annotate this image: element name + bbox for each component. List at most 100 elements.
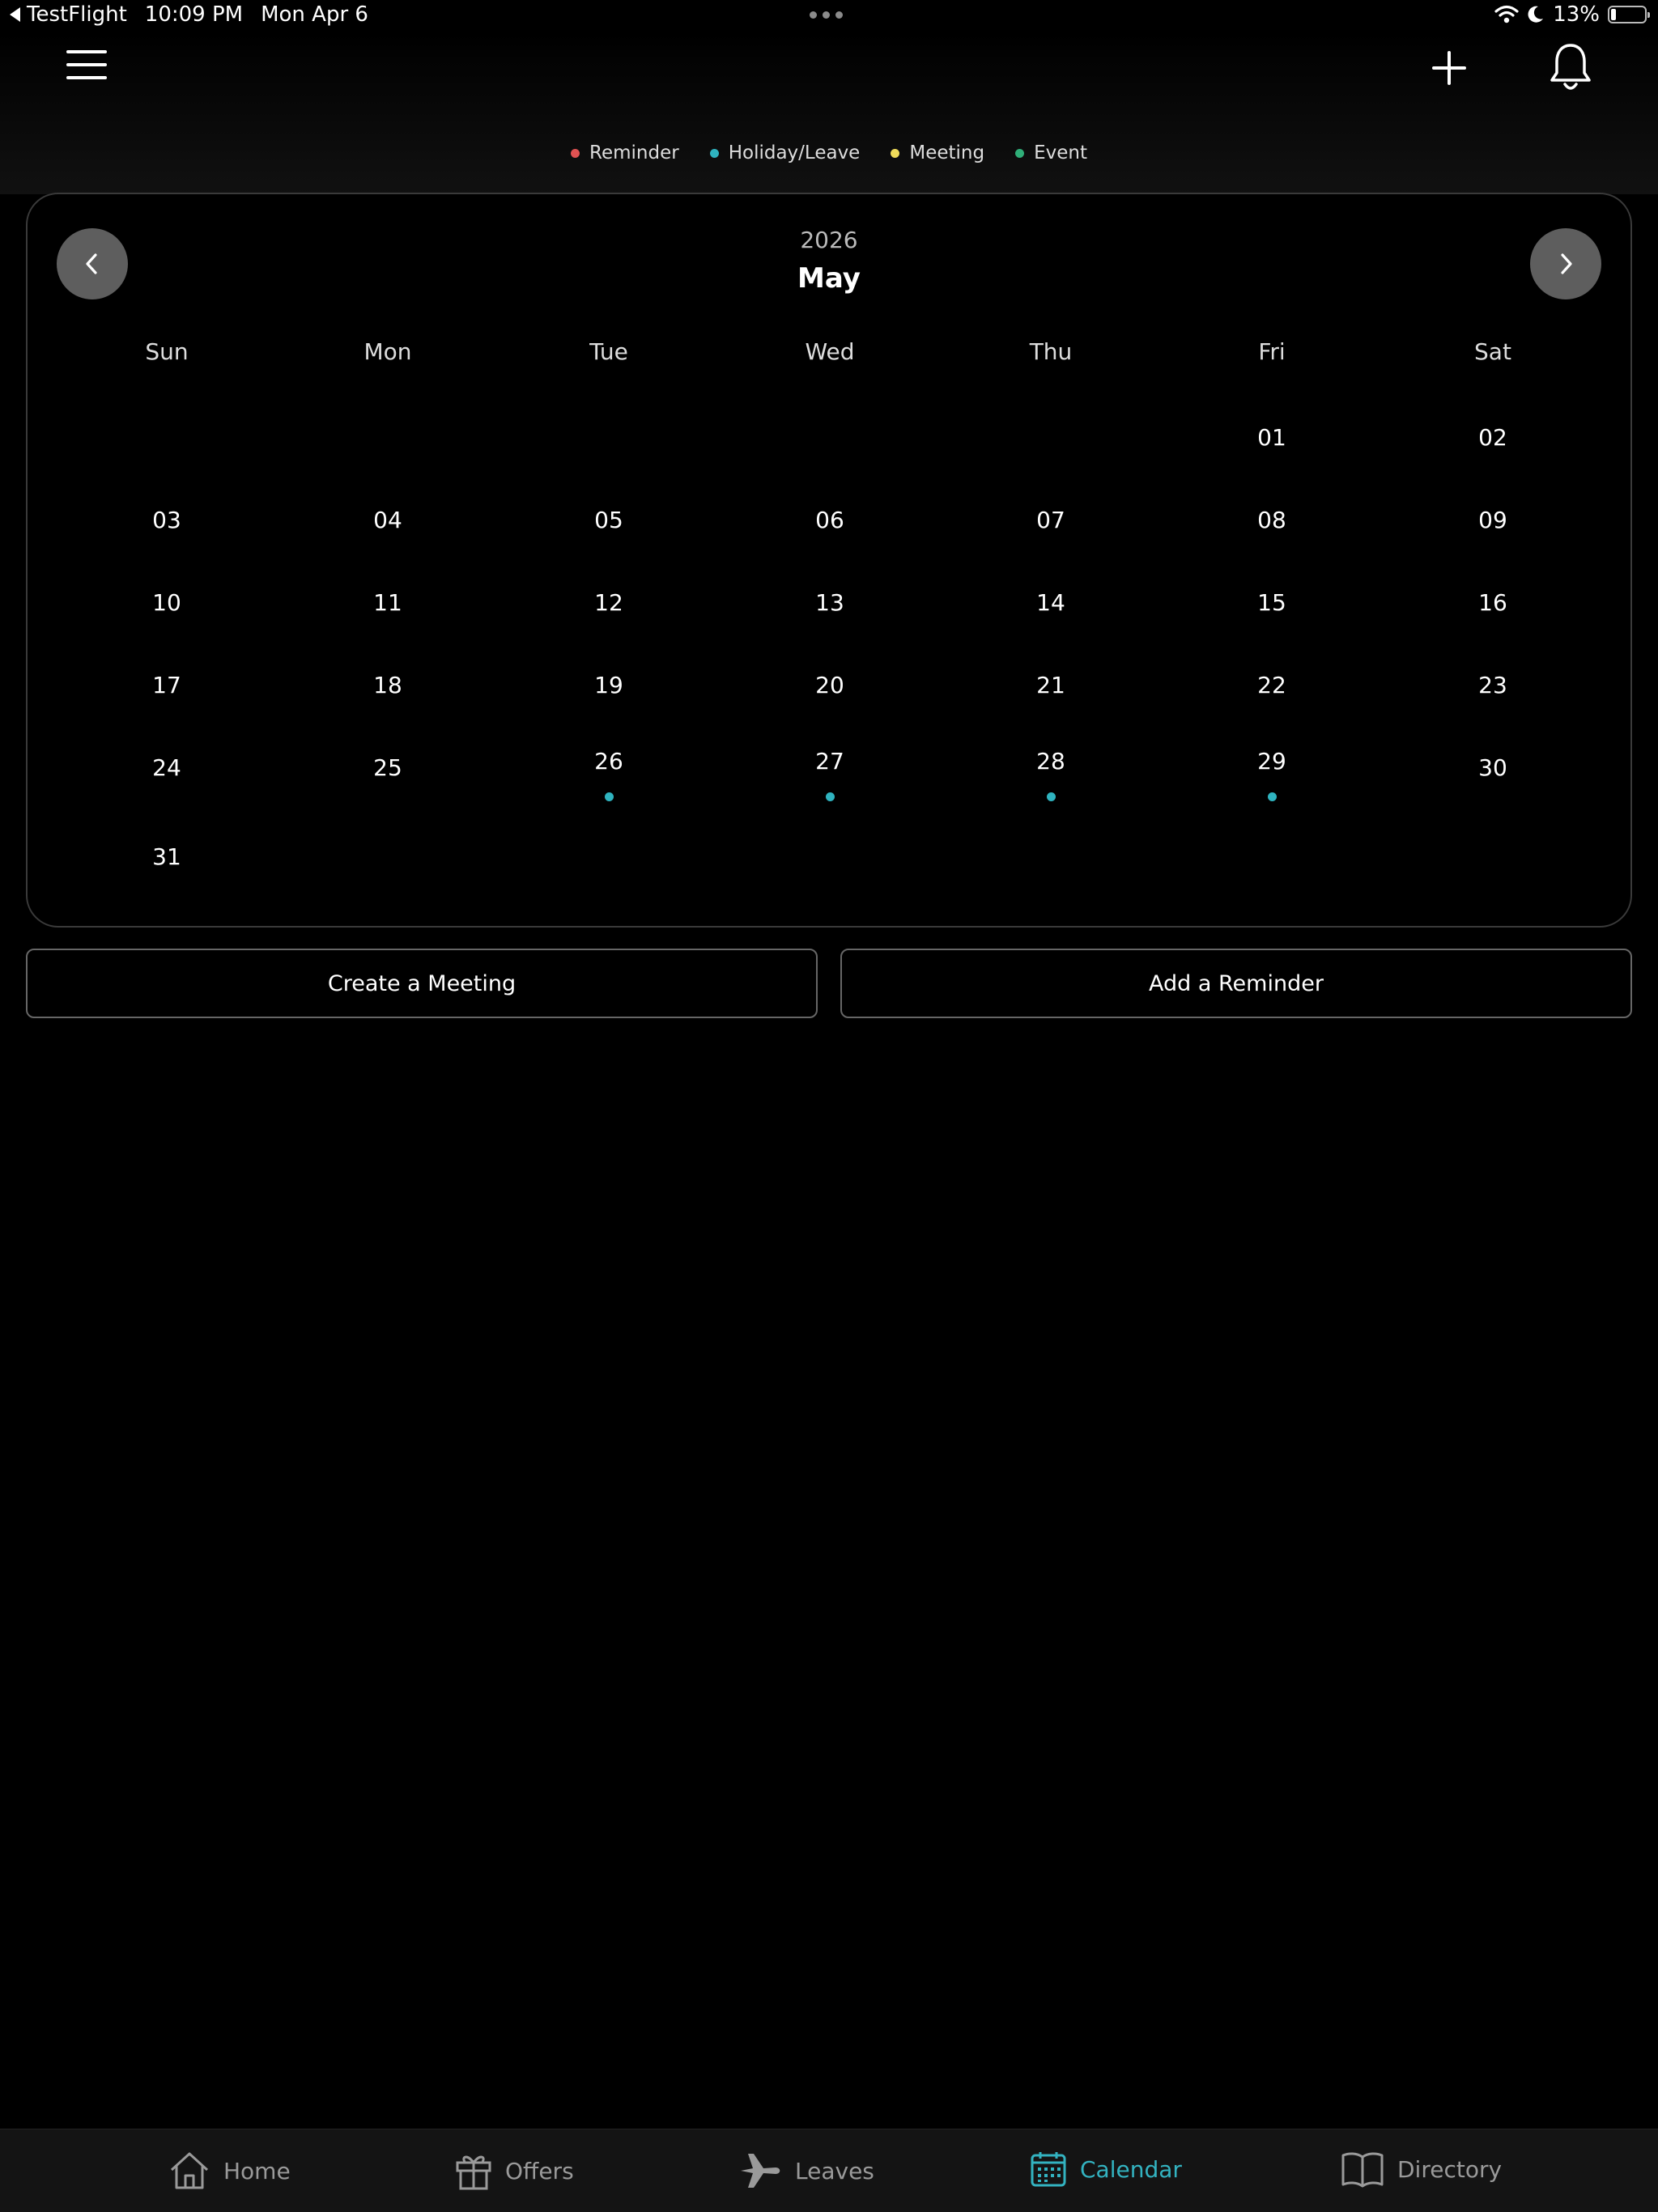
header-background [0, 32, 1658, 194]
calendar-day[interactable]: 27 [781, 748, 878, 801]
calendar-day[interactable]: 04 [339, 507, 436, 533]
calendar-day[interactable]: 15 [1223, 589, 1320, 616]
calendar-day[interactable]: 24 [118, 754, 215, 781]
day-grid: 01 02 03 04 05 06 07 08 09 10 11 12 13 14 15 16 17 18 19 20… [28, 194, 1630, 926]
back-app-label[interactable]: TestFlight [27, 2, 127, 27]
gift-icon [456, 2155, 491, 2190]
airplane-icon [741, 2154, 780, 2188]
tab-offers[interactable]: Offers [455, 2150, 574, 2191]
calendar-day[interactable]: 12 [560, 589, 657, 616]
tab-leaves-label: Leaves [795, 2157, 874, 2184]
day-number: 16 [1478, 589, 1507, 616]
tab-directory[interactable]: Directory [1341, 2150, 1502, 2188]
back-to-app-icon[interactable] [10, 7, 20, 22]
legend-label: Holiday/Leave [728, 142, 861, 163]
calendar-day[interactable]: 13 [781, 589, 878, 616]
day-number: 15 [1257, 589, 1286, 616]
event-indicator-dot [1046, 792, 1056, 801]
calendar-day[interactable]: 11 [339, 589, 436, 616]
calendar-day[interactable]: 19 [560, 672, 657, 698]
day-number: 14 [1036, 589, 1065, 616]
day-number: 02 [1478, 424, 1507, 451]
calendar-day[interactable]: 31 [118, 843, 215, 870]
legend-dot [1015, 148, 1025, 158]
calendar-day[interactable]: 21 [1002, 672, 1099, 698]
legend-item: Meeting [891, 142, 984, 163]
create-meeting-button[interactable]: Create a Meeting [26, 949, 818, 1018]
legend-label: Reminder [589, 142, 679, 163]
calendar-day[interactable]: 02 [1444, 424, 1541, 451]
calendar-day[interactable]: 05 [560, 507, 657, 533]
calendar-day[interactable]: 25 [339, 754, 436, 781]
day-number: 06 [815, 507, 844, 533]
tab-offers-label: Offers [505, 2157, 574, 2184]
legend-dot [571, 148, 580, 158]
calendar-day[interactable]: 18 [339, 672, 436, 698]
calendar-day[interactable]: 06 [781, 507, 878, 533]
calendar-day[interactable]: 26 [560, 748, 657, 801]
event-indicator-dot [1267, 792, 1277, 801]
calendar-day[interactable]: 17 [118, 672, 215, 698]
book-icon [1341, 2152, 1384, 2188]
day-number: 26 [594, 748, 623, 775]
calendar-day[interactable]: 08 [1223, 507, 1320, 533]
calendar-day[interactable]: 10 [118, 589, 215, 616]
day-number: 11 [373, 589, 402, 616]
battery-percent: 13% [1553, 2, 1600, 27]
tab-directory-label: Directory [1397, 2155, 1503, 2183]
calendar-day[interactable]: 16 [1444, 589, 1541, 616]
plus-icon[interactable] [1431, 50, 1467, 86]
day-number: 04 [373, 507, 402, 533]
legend-item: Event [1015, 142, 1087, 163]
battery-icon [1608, 6, 1650, 23]
legend-item: Holiday/Leave [709, 142, 861, 163]
day-number: 10 [152, 589, 181, 616]
status-date: Mon Apr 6 [261, 2, 368, 27]
status-time: 10:09 PM [144, 2, 244, 27]
day-number: 20 [815, 672, 844, 698]
add-reminder-button[interactable]: Add a Reminder [840, 949, 1632, 1018]
day-number: 27 [815, 748, 844, 775]
day-number: 21 [1036, 672, 1065, 698]
tab-bar: Home Offers Leaves Calendar Directory [0, 2129, 1658, 2212]
tab-home[interactable]: Home [168, 2150, 291, 2191]
status-bar: TestFlight 10:09 PM Mon Apr 6 13% [0, 0, 1658, 32]
calendar-day[interactable]: 14 [1002, 589, 1099, 616]
day-number: 30 [1478, 754, 1507, 781]
hamburger-menu-icon[interactable] [66, 50, 107, 86]
day-number: 29 [1257, 748, 1286, 775]
day-number: 25 [373, 754, 402, 781]
legend-dot [709, 148, 719, 158]
calendar-day[interactable]: 28 [1002, 748, 1099, 801]
calendar-icon [1031, 2152, 1066, 2187]
day-number: 17 [152, 672, 181, 698]
legend-dot [891, 148, 900, 158]
calendar-day[interactable]: 22 [1223, 672, 1320, 698]
event-indicator-dot [825, 792, 835, 801]
calendar-day[interactable]: 23 [1444, 672, 1541, 698]
day-number: 08 [1257, 507, 1286, 533]
status-bar-left: TestFlight 10:09 PM Mon Apr 6 [10, 2, 386, 27]
calendar-card: 2026 May Sun Mon Tue Wed Thu Fri Sat 01 02 03 04 0… [26, 193, 1632, 928]
bell-icon[interactable] [1548, 42, 1593, 94]
day-number: 28 [1036, 748, 1065, 775]
calendar-day[interactable]: 30 [1444, 754, 1541, 781]
tab-leaves[interactable]: Leaves [738, 2150, 874, 2191]
multitasking-dots-icon[interactable] [810, 11, 843, 19]
tab-calendar[interactable]: Calendar [1030, 2150, 1182, 2188]
day-number: 13 [815, 589, 844, 616]
tab-calendar-label: Calendar [1080, 2155, 1182, 2183]
day-number: 23 [1478, 672, 1507, 698]
status-bar-right: 13% [1494, 2, 1650, 27]
calendar-day[interactable]: 29 [1223, 748, 1320, 801]
event-type-legend: Reminder Holiday/Leave Meeting Event [0, 142, 1658, 163]
calendar-day[interactable]: 01 [1223, 424, 1320, 451]
moon-icon [1528, 6, 1544, 23]
day-number: 03 [152, 507, 181, 533]
calendar-day[interactable]: 07 [1002, 507, 1099, 533]
day-number: 12 [594, 589, 623, 616]
calendar-day[interactable]: 20 [781, 672, 878, 698]
calendar-day[interactable]: 09 [1444, 507, 1541, 533]
wifi-icon [1494, 5, 1519, 23]
calendar-day[interactable]: 03 [118, 507, 215, 533]
